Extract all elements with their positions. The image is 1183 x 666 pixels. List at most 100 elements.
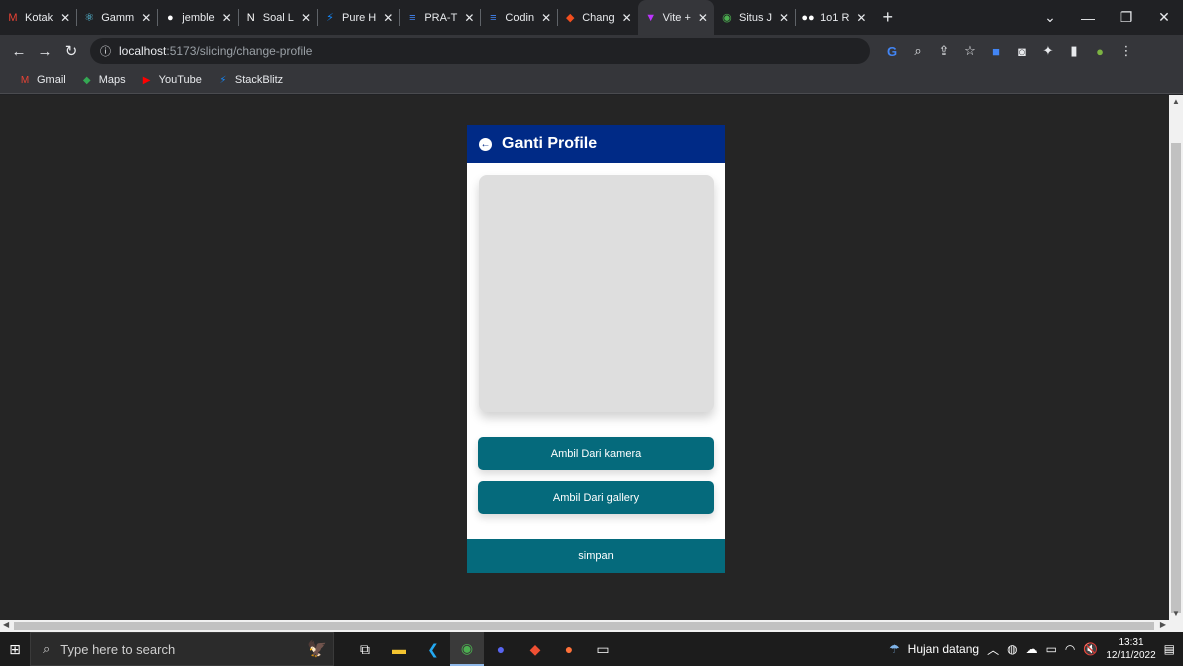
browser-tab[interactable]: N Soal L ✕: [237, 0, 317, 35]
restore-button[interactable]: ❐: [1107, 9, 1145, 26]
tray-app-icon[interactable]: ◍: [1007, 642, 1017, 656]
tab-search-icon[interactable]: ⌄: [1031, 9, 1069, 26]
site-info-icon[interactable]: ⓘ: [100, 43, 111, 59]
discord-icon[interactable]: ●: [484, 632, 518, 666]
back-arrow-icon[interactable]: ←: [479, 137, 492, 151]
wifi-icon[interactable]: ◠: [1065, 642, 1075, 656]
browser-tab[interactable]: ⚡ Pure H ✕: [317, 0, 399, 35]
profile-avatar-icon[interactable]: ●: [1092, 44, 1108, 59]
close-window-button[interactable]: ✕: [1145, 9, 1183, 26]
close-tab-icon[interactable]: ✕: [141, 11, 151, 25]
volume-muted-icon[interactable]: 🔇: [1083, 642, 1098, 656]
weather-text[interactable]: Hujan datang: [908, 642, 979, 656]
forward-icon[interactable]: →: [34, 43, 56, 60]
browser-toolbar: ← → ↻ ⓘ localhost:5173/slicing/change-pr…: [0, 35, 1183, 67]
firefox-icon[interactable]: ●: [552, 632, 586, 666]
clock-date: 12/11/2022: [1106, 650, 1156, 661]
save-button[interactable]: simpan: [467, 539, 725, 573]
menu-kebab-icon[interactable]: ⋮: [1118, 43, 1134, 59]
bookmark-label: StackBlitz: [234, 74, 284, 86]
horizontal-scrollbar[interactable]: ◀ ▶: [0, 620, 1183, 632]
address-host: localhost: [119, 44, 167, 58]
vscode-icon[interactable]: ❮: [416, 632, 450, 666]
windows-start-icon[interactable]: ⊞: [0, 641, 30, 658]
scroll-right-icon[interactable]: ▶: [1160, 620, 1166, 629]
bookmarks-bar: M Gmail ◆ Maps ▶ YouTube ⚡ StackBlitz: [0, 67, 1183, 94]
close-tab-icon[interactable]: ✕: [222, 11, 232, 25]
notion-icon: N: [246, 11, 255, 24]
extension-icon[interactable]: ■: [988, 44, 1004, 59]
bookmark-item[interactable]: M Gmail: [18, 74, 66, 86]
tab-strip: M Kotak ✕ ⚛ Gamm ✕ ● jemble ✕ N Soal L ✕ ⚡ Pure H ✕ ≡ PR…: [0, 0, 1183, 35]
browser-tab[interactable]: ◉ Situs J ✕: [714, 0, 795, 35]
address-bar[interactable]: ⓘ localhost:5173/slicing/change-profile: [90, 38, 870, 64]
google-icon[interactable]: G: [884, 44, 900, 59]
puzzle-extension-icon[interactable]: ✦: [1040, 43, 1056, 59]
tab-label: Situs J: [738, 11, 772, 24]
take-from-gallery-button[interactable]: Ambil Dari gallery: [478, 481, 714, 514]
battery-icon[interactable]: ▭: [1046, 642, 1057, 656]
stackblitz-icon: ⚡: [219, 74, 227, 86]
tab-label: Codin: [505, 11, 535, 24]
tab-label: jemble: [182, 11, 215, 24]
chrome-icon[interactable]: ◉: [450, 632, 484, 666]
zoom-icon[interactable]: ⌕: [910, 43, 926, 59]
browser-tab[interactable]: ≡ PRA-T ✕: [399, 0, 480, 35]
system-tray: ☂ Hujan datang ︿ ◍ ☁ ▭ ◠ 🔇 13:31 12/11/2…: [889, 632, 1183, 666]
bookmark-item[interactable]: ▶ YouTube: [140, 74, 202, 86]
new-tab-icon[interactable]: +: [872, 7, 903, 28]
browser-tab[interactable]: ≡ Codin ✕: [480, 0, 557, 35]
browser-tab[interactable]: ▼ Vite + ✕: [637, 0, 714, 35]
terminal-icon[interactable]: ▭: [586, 632, 620, 666]
figma-icon: ◆: [565, 12, 575, 24]
git-icon[interactable]: ◆: [518, 632, 552, 666]
bookmark-star-icon[interactable]: ☆: [962, 43, 978, 59]
minimize-button[interactable]: —: [1069, 10, 1107, 26]
medium-icon: ●●: [801, 11, 815, 24]
change-profile-screen: ← Ganti Profile Ambil Dari kamera Ambil …: [467, 125, 725, 573]
taskbar-search[interactable]: ⌕ Type here to search 🦅: [30, 632, 334, 666]
task-view-icon[interactable]: ⧉: [348, 632, 382, 666]
onedrive-icon[interactable]: ☁: [1026, 642, 1038, 656]
scroll-up-icon[interactable]: ▲: [1172, 97, 1180, 106]
notifications-icon[interactable]: ▤: [1164, 642, 1175, 656]
bookmark-item[interactable]: ⚡ StackBlitz: [216, 74, 283, 86]
back-icon[interactable]: ←: [8, 43, 30, 60]
camera-extension-icon[interactable]: ◙: [1014, 44, 1030, 59]
close-tab-icon[interactable]: ✕: [541, 11, 551, 25]
close-tab-icon[interactable]: ✕: [383, 11, 393, 25]
browser-tab[interactable]: M Kotak ✕: [0, 0, 76, 35]
gmail-icon: M: [8, 11, 18, 24]
tab-label: Chang: [582, 11, 615, 24]
bookmark-label: Gmail: [37, 74, 66, 86]
browser-tab[interactable]: ◆ Chang ✕: [557, 0, 637, 35]
scroll-left-icon[interactable]: ◀: [3, 620, 9, 629]
browser-tab[interactable]: ●● 1o1 R ✕: [795, 0, 872, 35]
vertical-scrollbar[interactable]: ▲ ▼: [1169, 95, 1183, 620]
youtube-icon: ▶: [142, 74, 151, 86]
clock[interactable]: 13:31 12/11/2022: [1106, 636, 1155, 662]
browser-tab[interactable]: ● jemble ✕: [157, 0, 237, 35]
share-icon[interactable]: ⇪: [936, 43, 952, 59]
vertical-scroll-thumb[interactable]: [1171, 143, 1181, 613]
maps-icon: ◆: [82, 74, 91, 86]
close-tab-icon[interactable]: ✕: [698, 11, 708, 25]
sidepanel-icon[interactable]: ▮: [1066, 43, 1082, 59]
windows-taskbar: ⊞ ⌕ Type here to search 🦅 ⧉ ▬ ❮ ◉ ● ◆ ● …: [0, 632, 1183, 666]
browser-tab[interactable]: ⚛ Gamm ✕: [76, 0, 157, 35]
close-tab-icon[interactable]: ✕: [60, 11, 70, 25]
scroll-down-icon[interactable]: ▼: [1172, 609, 1180, 618]
close-tab-icon[interactable]: ✕: [622, 11, 632, 25]
close-tab-icon[interactable]: ✕: [464, 11, 474, 25]
close-tab-icon[interactable]: ✕: [779, 11, 789, 25]
close-tab-icon[interactable]: ✕: [856, 11, 866, 25]
tab-label: Soal L: [262, 11, 294, 24]
weather-icon[interactable]: ☂: [889, 642, 900, 656]
reload-icon[interactable]: ↻: [60, 42, 82, 60]
bookmark-item[interactable]: ◆ Maps: [80, 74, 126, 86]
file-explorer-icon[interactable]: ▬: [382, 632, 416, 666]
horizontal-scroll-thumb[interactable]: [14, 622, 1154, 630]
take-from-camera-button[interactable]: Ambil Dari kamera: [478, 437, 714, 470]
close-tab-icon[interactable]: ✕: [301, 11, 311, 25]
tray-overflow-icon[interactable]: ︿: [987, 641, 999, 658]
